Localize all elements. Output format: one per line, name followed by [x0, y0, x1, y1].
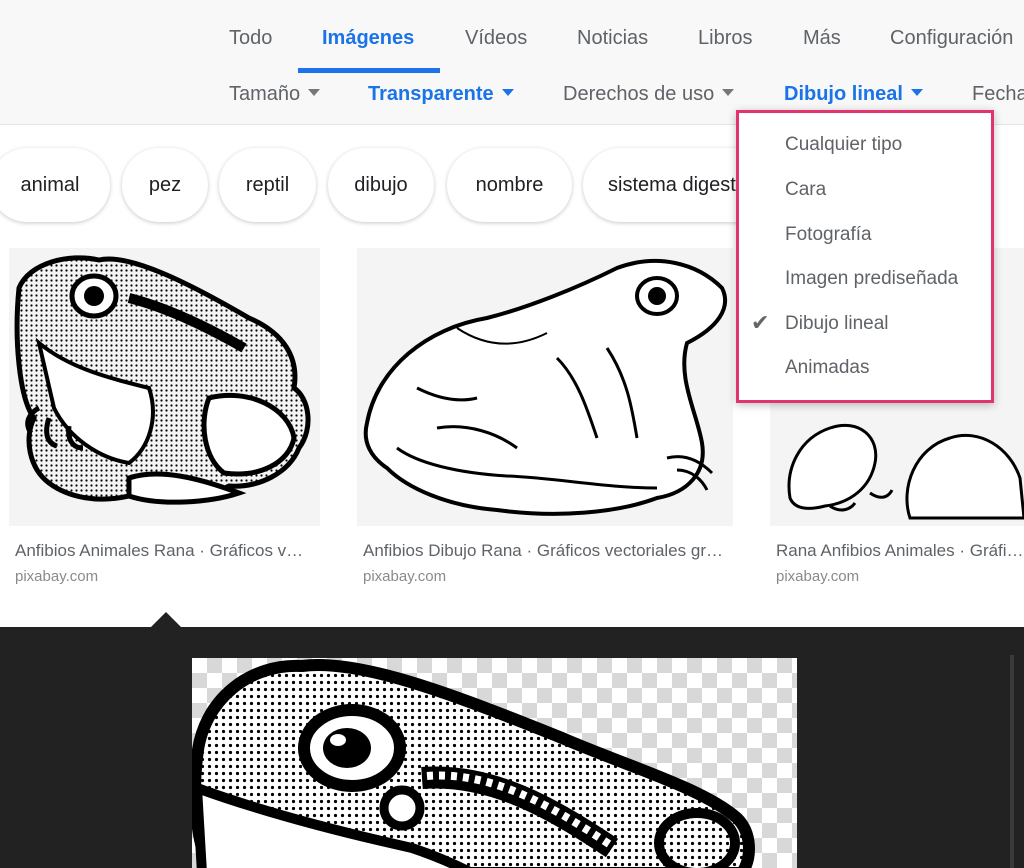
tab-imagenes[interactable]: Imágenes: [322, 27, 414, 50]
frog-drawing-icon: [14, 255, 311, 505]
tab-mas[interactable]: Más: [803, 27, 841, 50]
caret-down-icon: [308, 89, 321, 96]
result-thumbnail-2[interactable]: [357, 248, 733, 526]
result-title-text: Rana Anfibios Animales · Gráfi…: [776, 541, 1024, 560]
dropdown-item-dibujo-lineal[interactable]: Dibujo lineal: [785, 313, 889, 335]
chip-pez[interactable]: pez: [122, 148, 208, 222]
tab-libros[interactable]: Libros: [698, 27, 752, 50]
chip-animal[interactable]: animal: [0, 148, 110, 222]
chip-nombre[interactable]: nombre: [447, 148, 572, 222]
caret-down-icon: [722, 89, 735, 96]
result-source-1[interactable]: pixabay.com: [15, 568, 98, 585]
dropdown-item-animadas[interactable]: Animadas: [785, 357, 870, 379]
tool-fecha[interactable]: Fecha: [972, 83, 1024, 106]
result-title-3[interactable]: Rana Anfibios Animales · Gráfi…: [776, 541, 1024, 561]
tab-todo[interactable]: Todo: [229, 27, 272, 50]
tool-label: Transparente: [368, 83, 494, 105]
tool-dibujo-lineal[interactable]: Dibujo lineal: [784, 83, 923, 106]
result-title-2[interactable]: Anfibios Dibujo Rana · Gráficos vectoria…: [363, 541, 728, 561]
active-tab-indicator: [298, 68, 440, 73]
result-title-text: Anfibios Animales Rana · Gráficos v…: [15, 541, 304, 560]
tool-transparente[interactable]: Transparente: [368, 83, 514, 106]
dropdown-item-cara[interactable]: Cara: [785, 179, 826, 201]
result-source-2[interactable]: pixabay.com: [363, 568, 446, 585]
preview-pointer: [150, 612, 182, 628]
chip-reptil[interactable]: reptil: [219, 148, 316, 222]
tool-label: Derechos de uso: [563, 83, 715, 105]
search-header: Todo Imágenes Vídeos Noticias Libros Más…: [0, 0, 1024, 125]
result-title-1[interactable]: Anfibios Animales Rana · Gráficos v…: [15, 541, 311, 561]
preview-image[interactable]: [192, 658, 797, 868]
caret-down-icon: [501, 89, 514, 96]
frog-drawing-icon: [363, 259, 728, 516]
tool-label: Tamaño: [229, 83, 301, 105]
tool-label: Dibujo lineal: [784, 83, 903, 105]
dropdown-item-fotografia[interactable]: Fotografía: [785, 224, 872, 246]
frog-drawing-icon: [192, 659, 755, 868]
chip-dibujo[interactable]: dibujo: [328, 148, 434, 222]
tab-noticias[interactable]: Noticias: [577, 27, 648, 50]
dropdown-item-cualquier-tipo[interactable]: Cualquier tipo: [785, 134, 902, 156]
dropdown-item-imagen-predisenada[interactable]: Imagen prediseñada: [785, 268, 958, 290]
result-thumbnail-1[interactable]: [9, 248, 320, 526]
result-source-3[interactable]: pixabay.com: [776, 568, 859, 585]
tab-configuracion[interactable]: Configuración: [890, 27, 1013, 50]
tool-tamano[interactable]: Tamaño: [229, 83, 321, 106]
checkmark-icon: ✔: [751, 310, 770, 335]
result-title-text: Anfibios Dibujo Rana · Gráficos vectoria…: [363, 541, 723, 560]
preview-scrollbar[interactable]: [1010, 655, 1014, 868]
tab-videos[interactable]: Vídeos: [465, 27, 527, 50]
type-dropdown-menu: Cualquier tipo Cara Fotografía Imagen pr…: [736, 110, 994, 403]
caret-down-icon: [910, 89, 923, 96]
tool-derechos-de-uso[interactable]: Derechos de uso: [563, 83, 735, 106]
